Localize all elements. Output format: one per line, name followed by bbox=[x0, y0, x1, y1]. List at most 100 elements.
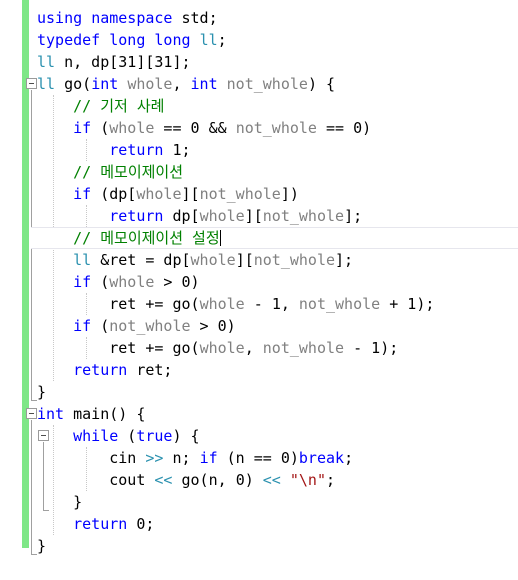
code-line[interactable]: while (true) { bbox=[0, 425, 518, 447]
code-line[interactable]: int main() { bbox=[0, 403, 518, 425]
code-line[interactable]: return 1; bbox=[0, 139, 518, 161]
code-editor[interactable]: using namespace std; typedef long long ll… bbox=[0, 0, 518, 580]
code-token: not_whole bbox=[235, 119, 317, 137]
code-token: 1 bbox=[172, 141, 182, 159]
code-line[interactable]: cin >> n; if (n == 0)break; bbox=[0, 447, 518, 469]
code-line[interactable]: } bbox=[0, 381, 518, 403]
code-token: if bbox=[73, 317, 92, 335]
code-token: ) bbox=[362, 119, 372, 137]
code-token: true bbox=[136, 427, 173, 445]
code-token: 1 bbox=[271, 295, 281, 313]
code-token: not_whole bbox=[226, 75, 308, 93]
code-token: && bbox=[199, 119, 236, 137]
code-token: 31 bbox=[154, 53, 173, 71]
code-token: 1 bbox=[407, 295, 417, 313]
code-line[interactable]: typedef long long ll; bbox=[0, 29, 518, 51]
code-token: ][ bbox=[136, 53, 155, 71]
code-token: return bbox=[109, 141, 164, 159]
code-token: return bbox=[73, 361, 128, 379]
code-line[interactable]: cout << go(n, 0) << "\n"; bbox=[0, 469, 518, 491]
code-token: whole bbox=[199, 207, 245, 225]
code-token: whole bbox=[109, 119, 155, 137]
code-token: >> bbox=[145, 449, 164, 467]
code-token: 0 bbox=[190, 119, 200, 137]
code-token: ][ bbox=[244, 207, 263, 225]
code-line[interactable]: if (whole > 0) bbox=[0, 271, 518, 293]
code-token: , bbox=[244, 339, 263, 357]
code-token: ; bbox=[326, 471, 336, 489]
code-line[interactable]: ll n, dp[31][31]; bbox=[0, 51, 518, 73]
code-token: + bbox=[380, 295, 408, 313]
code-text-surface[interactable]: using namespace std; typedef long long ll… bbox=[0, 0, 518, 580]
code-line[interactable]: return ret; bbox=[0, 359, 518, 381]
code-line[interactable]: // 메모이제이션 bbox=[0, 161, 518, 183]
code-token: // 기저 사례 bbox=[73, 97, 165, 115]
code-token: 0 bbox=[181, 273, 191, 291]
code-token: not_whole bbox=[262, 339, 345, 357]
code-line[interactable]: ll &ret = dp[whole][not_whole]; bbox=[0, 249, 518, 271]
code-line[interactable]: } bbox=[0, 535, 518, 557]
code-token: cout bbox=[37, 471, 155, 489]
code-token: ( bbox=[91, 119, 110, 137]
code-token: 0 bbox=[353, 119, 363, 137]
code-token: typedef bbox=[37, 31, 101, 49]
code-token: 0 bbox=[217, 317, 227, 335]
code-token: } bbox=[37, 493, 83, 511]
code-token: ); bbox=[380, 339, 399, 357]
code-line[interactable]: if (not_whole > 0) bbox=[0, 315, 518, 337]
code-token: ; bbox=[145, 515, 155, 533]
code-lines[interactable]: using namespace std; typedef long long ll… bbox=[0, 7, 518, 557]
code-token: ; bbox=[208, 9, 218, 27]
code-token: not_whole bbox=[298, 295, 381, 313]
code-line[interactable]: // 기저 사례 bbox=[0, 95, 518, 117]
code-line[interactable]: ret += go(whole - 1, not_whole + 1); bbox=[0, 293, 518, 315]
code-token: 1 bbox=[371, 339, 381, 357]
code-token: whole bbox=[127, 75, 173, 93]
code-token: main() { bbox=[64, 405, 146, 423]
code-line[interactable]: using namespace std; bbox=[0, 7, 518, 29]
code-token: ]; bbox=[172, 53, 191, 71]
code-token: ) { bbox=[172, 427, 200, 445]
code-token: if bbox=[199, 449, 218, 467]
code-token: ) bbox=[289, 449, 299, 467]
code-line[interactable]: if (whole == 0 && not_whole == 0) bbox=[0, 117, 518, 139]
code-token: ( bbox=[91, 273, 110, 291]
code-token: ; bbox=[344, 449, 354, 467]
code-line[interactable]: // 메모이제이션 설정 bbox=[0, 227, 518, 249]
code-token: 0 bbox=[280, 449, 290, 467]
code-token: not_whole bbox=[253, 251, 336, 269]
code-line[interactable]: return dp[whole][not_whole]; bbox=[0, 205, 518, 227]
code-line[interactable]: } bbox=[0, 491, 518, 513]
code-token: ; bbox=[217, 31, 227, 49]
code-line[interactable]: if (dp[whole][not_whole]) bbox=[0, 183, 518, 205]
code-token: ); bbox=[416, 295, 435, 313]
code-token: 31 bbox=[118, 53, 137, 71]
code-token: ][ bbox=[235, 251, 254, 269]
code-token: // 메모이제이션 bbox=[73, 163, 184, 181]
code-token: , bbox=[172, 75, 191, 93]
code-token: ][ bbox=[181, 185, 200, 203]
code-line[interactable]: ret += go(whole, not_whole - 1); bbox=[0, 337, 518, 359]
code-token: while bbox=[73, 427, 119, 445]
code-token: whole bbox=[190, 251, 236, 269]
code-line[interactable]: ll go(int whole, int not_whole) { bbox=[0, 73, 518, 95]
code-line[interactable]: return 0; bbox=[0, 513, 518, 535]
code-token: whole bbox=[199, 295, 245, 313]
code-token: return bbox=[73, 515, 128, 533]
code-token: (dp[ bbox=[91, 185, 137, 203]
code-token: } bbox=[37, 537, 47, 555]
code-token: - bbox=[344, 339, 372, 357]
code-token: return bbox=[109, 207, 164, 225]
code-token: ]; bbox=[335, 251, 354, 269]
